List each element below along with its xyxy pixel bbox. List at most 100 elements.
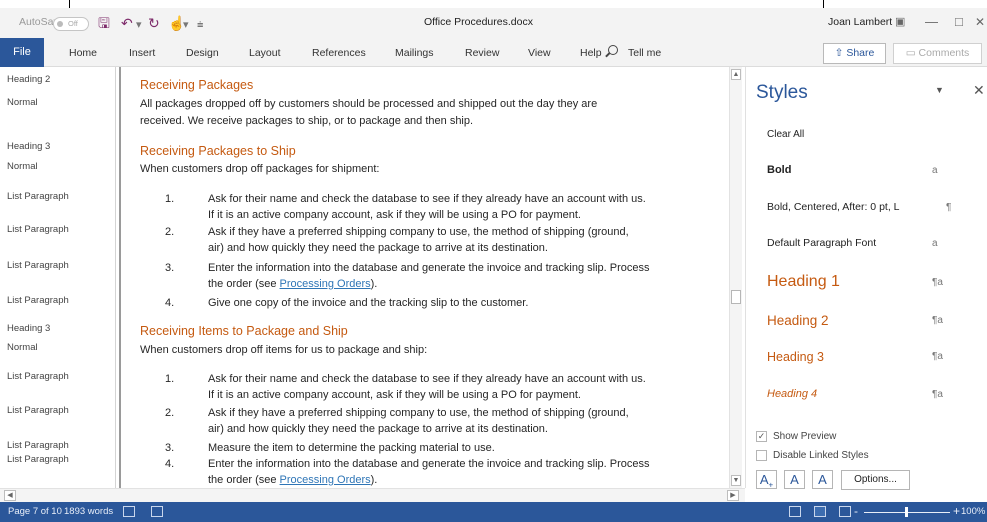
save-icon[interactable]: 🖫 bbox=[98, 15, 110, 31]
style-area-label: List Paragraph bbox=[7, 224, 69, 235]
tab-insert[interactable]: Insert bbox=[129, 47, 155, 59]
style-bold[interactable]: Bold bbox=[767, 164, 791, 176]
read-mode-icon[interactable] bbox=[789, 506, 801, 517]
zoom-in-button[interactable]: + bbox=[953, 504, 960, 518]
list-number: 3. bbox=[165, 262, 175, 274]
style-area-pane: Heading 2 Normal Heading 3 Normal List P… bbox=[0, 67, 116, 488]
new-style-icon[interactable]: A+ bbox=[756, 470, 777, 490]
processing-orders-link[interactable]: Processing Orders bbox=[280, 278, 371, 290]
comment-icon: ▭ bbox=[905, 47, 919, 59]
tab-help[interactable]: Help bbox=[580, 47, 602, 59]
paragraph-line: When customers drop off packages for shi… bbox=[140, 163, 380, 175]
paragraph-line: received. We receive packages to ship, o… bbox=[140, 115, 474, 127]
list-number: 2. bbox=[165, 407, 175, 419]
zoom-slider-thumb[interactable] bbox=[905, 507, 908, 517]
options-button[interactable]: Options... bbox=[841, 470, 910, 490]
style-area-label: Normal bbox=[7, 342, 38, 353]
scroll-up-icon[interactable]: ▲ bbox=[731, 69, 741, 80]
close-icon[interactable]: ✕ bbox=[975, 13, 985, 31]
tab-references[interactable]: References bbox=[312, 47, 366, 59]
style-area-label: Heading 3 bbox=[7, 323, 51, 334]
list-number: 1. bbox=[165, 373, 175, 385]
style-heading-1[interactable]: Heading 1 bbox=[767, 273, 840, 291]
autosave-toggle[interactable]: Off bbox=[53, 17, 89, 31]
redo-icon[interactable]: ↻ bbox=[148, 15, 160, 31]
minimize-icon[interactable]: — bbox=[925, 13, 938, 31]
list-item-line: If it is an active company account, ask … bbox=[208, 209, 581, 221]
styles-pane: Styles ▼ ✕ Clear All Bold a Bold, Center… bbox=[745, 67, 987, 490]
share-label: Share bbox=[846, 47, 875, 59]
list-number: 3. bbox=[165, 442, 175, 454]
disable-linked-styles-checkbox[interactable] bbox=[756, 450, 767, 461]
comments-button[interactable]: ▭ Comments bbox=[893, 43, 982, 64]
style-area-label: List Paragraph bbox=[7, 191, 69, 202]
touch-dropdown-icon[interactable]: ▾ bbox=[183, 17, 189, 33]
search-icon bbox=[608, 45, 618, 55]
zoom-out-button[interactable]: - bbox=[854, 504, 858, 518]
vertical-scrollbar[interactable]: ▲ ▼ bbox=[729, 67, 742, 488]
undo-dropdown-icon[interactable]: ▾ bbox=[136, 17, 142, 33]
share-button[interactable]: ⇧ Share bbox=[823, 43, 886, 64]
paragraph-style-icon: ¶ bbox=[946, 202, 952, 213]
scroll-thumb[interactable] bbox=[731, 290, 741, 304]
style-default-paragraph-font[interactable]: Default Paragraph Font bbox=[767, 237, 876, 249]
character-style-icon: a bbox=[932, 165, 938, 176]
scroll-down-icon[interactable]: ▼ bbox=[731, 475, 741, 486]
print-layout-icon[interactable] bbox=[814, 506, 826, 517]
heading-receiving-items: Receiving Items to Package and Ship bbox=[140, 324, 348, 338]
style-area-label: List Paragraph bbox=[7, 295, 69, 306]
tab-design[interactable]: Design bbox=[186, 47, 219, 59]
tab-layout[interactable]: Layout bbox=[249, 47, 281, 59]
show-preview-checkbox[interactable]: ✓ bbox=[756, 431, 767, 442]
page-indicator[interactable]: Page 7 of 10 bbox=[8, 506, 62, 517]
style-clear-all[interactable]: Clear All bbox=[767, 129, 804, 140]
list-number: 1. bbox=[165, 193, 175, 205]
pane-options-icon[interactable]: ▼ bbox=[935, 85, 944, 95]
scroll-right-icon[interactable]: ▶ bbox=[727, 490, 739, 501]
list-item-line: Ask for their name and check the databas… bbox=[208, 193, 646, 205]
tab-home[interactable]: Home bbox=[69, 47, 97, 59]
manage-styles-icon[interactable]: A bbox=[812, 470, 833, 489]
list-item-line: the order (see Processing Orders). bbox=[208, 472, 377, 488]
ribbon-tab-row: File Home Insert Design Layout Reference… bbox=[0, 38, 987, 67]
disable-linked-styles-label: Disable Linked Styles bbox=[773, 450, 869, 461]
style-inspector-icon[interactable]: A bbox=[784, 470, 805, 489]
scroll-left-icon[interactable]: ◀ bbox=[4, 490, 16, 501]
style-area-divider[interactable] bbox=[119, 67, 121, 488]
tab-mailings[interactable]: Mailings bbox=[395, 47, 434, 59]
list-item-line: Enter the information into the database … bbox=[208, 262, 650, 274]
tab-review[interactable]: Review bbox=[465, 47, 499, 59]
paragraph-line: All packages dropped off by customers sh… bbox=[140, 98, 598, 110]
document-body[interactable]: Receiving Packages All packages dropped … bbox=[140, 67, 720, 488]
style-area-label: Heading 3 bbox=[7, 141, 51, 152]
maximize-icon[interactable]: □ bbox=[955, 13, 963, 31]
tab-view[interactable]: View bbox=[528, 47, 551, 59]
style-bold-centered[interactable]: Bold, Centered, After: 0 pt, L bbox=[767, 201, 900, 213]
style-heading-4[interactable]: Heading 4 bbox=[767, 388, 817, 400]
customize-icon[interactable]: ⩧ bbox=[197, 17, 203, 33]
list-item-line: air) and how quickly they need the packa… bbox=[208, 242, 548, 254]
user-name[interactable]: Joan Lambert bbox=[828, 16, 892, 28]
list-item-line: Ask for their name and check the databas… bbox=[208, 373, 646, 385]
list-number: 4. bbox=[165, 458, 175, 470]
list-item-line: Give one copy of the invoice and the tra… bbox=[208, 297, 529, 309]
macro-recording-icon[interactable] bbox=[151, 506, 163, 517]
style-area-label: Normal bbox=[7, 161, 38, 172]
close-icon[interactable]: ✕ bbox=[973, 82, 985, 99]
zoom-level[interactable]: 100% bbox=[961, 506, 985, 517]
list-item-text: the order (see bbox=[208, 474, 280, 486]
style-heading-2[interactable]: Heading 2 bbox=[767, 313, 829, 328]
list-number: 4. bbox=[165, 297, 175, 309]
style-heading-3[interactable]: Heading 3 bbox=[767, 350, 824, 364]
tab-file[interactable]: File bbox=[0, 38, 44, 67]
undo-icon[interactable]: ↶ bbox=[121, 15, 133, 31]
list-number: 2. bbox=[165, 226, 175, 238]
processing-orders-link[interactable]: Processing Orders bbox=[280, 474, 371, 486]
linked-style-icon: ¶a bbox=[932, 351, 943, 362]
proofing-icon[interactable] bbox=[123, 506, 135, 517]
web-layout-icon[interactable] bbox=[839, 506, 851, 517]
word-count[interactable]: 1893 words bbox=[64, 506, 113, 517]
horizontal-scrollbar[interactable]: ◀ ▶ bbox=[0, 488, 745, 502]
tell-me-box[interactable]: Tell me bbox=[628, 47, 661, 59]
ribbon-display-icon[interactable]: ▣ bbox=[895, 13, 905, 31]
